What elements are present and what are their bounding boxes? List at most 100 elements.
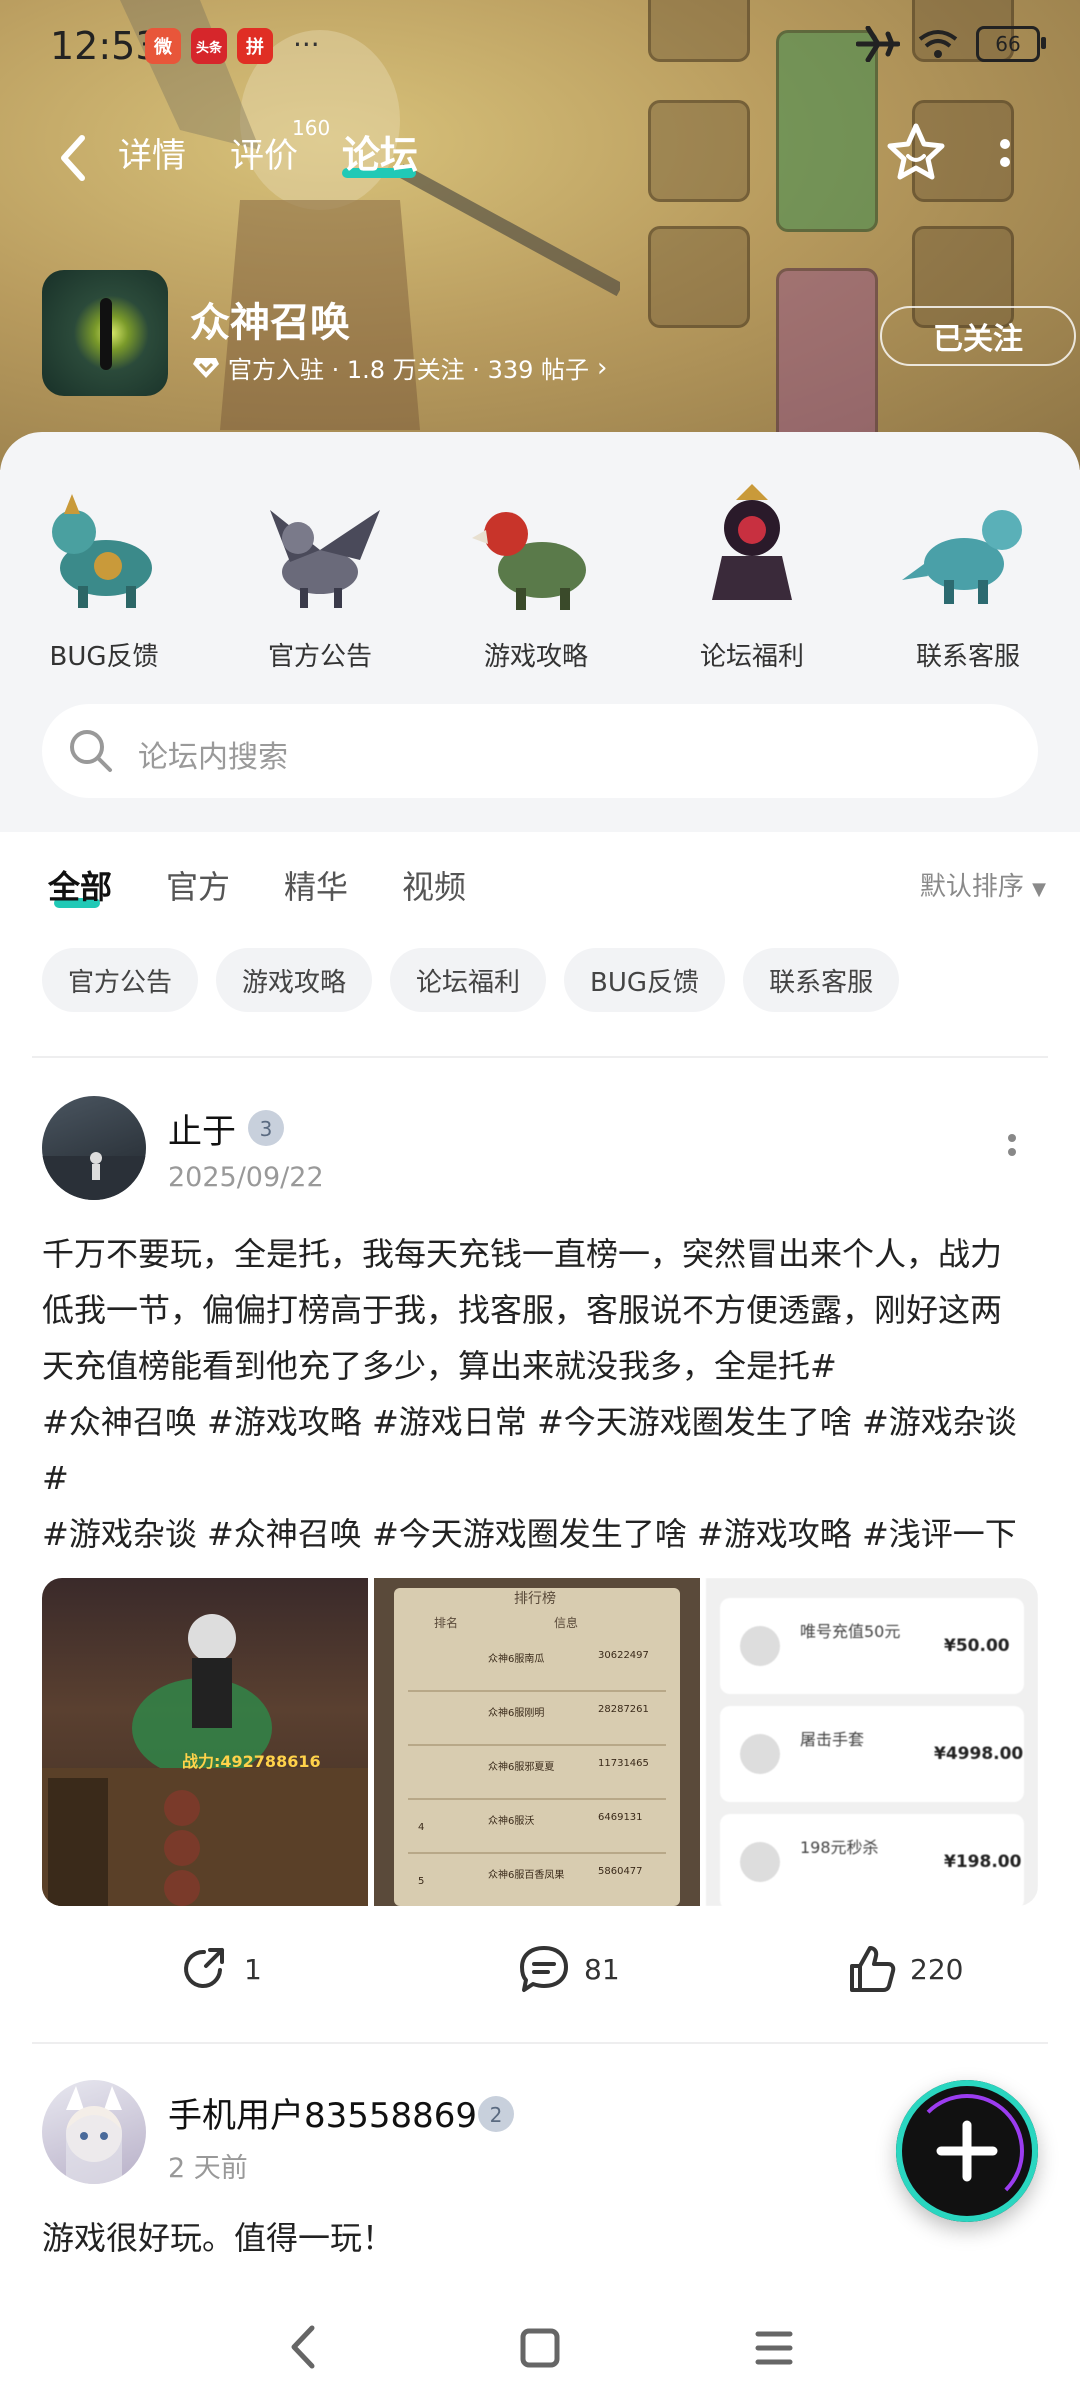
post-username[interactable]: 手机用户83558869 <box>168 2088 477 2137</box>
nav-home-icon[interactable] <box>518 2326 562 2370</box>
share-count: 1 <box>244 1952 262 1986</box>
purchase-record-icon <box>740 1626 780 1666</box>
create-post-button[interactable] <box>896 2080 1038 2222</box>
tab-forum[interactable]: 论坛 <box>342 124 418 179</box>
avatar[interactable] <box>42 2080 146 2184</box>
divider <box>32 1056 1048 1058</box>
pinduoduo-icon: 拼 <box>237 28 273 64</box>
chip-game-guide[interactable]: 游戏攻略 <box>216 948 373 1012</box>
toutiao-icon: 头条 <box>191 28 227 64</box>
sort-dropdown[interactable]: 默认排序 ▼ <box>920 866 1046 903</box>
winged-dragon-icon <box>270 510 380 608</box>
post-image-purchase-records[interactable]: 唯号充值50元 ¥50.00 屠击手套 ¥4998.00 198元秒杀 ¥198… <box>706 1578 1038 1906</box>
share-button[interactable]: 1 <box>180 1944 262 1994</box>
chip-customer-service[interactable]: 联系客服 <box>743 948 900 1012</box>
feed-tab-featured[interactable]: 精华 <box>284 862 348 908</box>
share-icon <box>184 1948 224 1988</box>
feed-tab-video[interactable]: 视频 <box>402 862 466 908</box>
hero-character-art <box>42 1614 368 1906</box>
topic-chips: 官方公告 游戏攻略 论坛福利 BUG反馈 联系客服 <box>42 948 900 1012</box>
category-label: 论坛福利 <box>699 642 804 672</box>
comment-icon <box>520 1946 568 1992</box>
tab-reviews[interactable]: 评价 <box>230 128 298 177</box>
post-images: 战力:492788616 排行榜 排名 信息 众神6服南瓜 30622497 众… <box>42 1578 1038 1906</box>
like-count: 220 <box>910 1952 964 1986</box>
post-image-game-hero[interactable]: 战力:492788616 <box>42 1578 368 1906</box>
chevron-right-icon: › <box>597 352 608 383</box>
leaderboard-rows: 众神6服南瓜 30622497 众神6服刚明 28287261 众神6服邪夏夏 … <box>408 1638 666 1906</box>
leaderboard-row: 5 众神6服百香凤果 5860477 <box>418 1866 643 1887</box>
purchase-record-icon <box>740 1734 780 1774</box>
leaderboard-title: 排行榜 <box>514 1591 556 1607</box>
power-text: 战力:492788616 <box>182 1752 321 1771</box>
category-forum-benefits[interactable]: 论坛福利 <box>662 480 842 673</box>
comment-count: 81 <box>584 1952 620 1986</box>
post-image-leaderboard[interactable]: 排行榜 排名 信息 众神6服南瓜 30622497 众神6服刚明 2828726… <box>374 1578 700 1906</box>
dark-knight-icon <box>712 484 792 600</box>
app-meta[interactable]: 官方入驻 · 1.8 万关注 · 339 帖子 › <box>192 350 607 385</box>
level-badge-icon: 2 <box>478 2096 514 2132</box>
leaderboard-row: 众神6服刚明 28287261 <box>408 1692 666 1746</box>
svg-text:3: 3 <box>260 1117 273 1141</box>
post-line: 千万不要玩，全是托，我每天充钱一直榜一，突然冒出来个人，战力 <box>42 1235 1003 1273</box>
post-line: #众神召唤 #游戏攻略 #游戏日常 #今天游戏圈发生了啥 #游戏杂谈 <box>42 1403 1017 1441</box>
dragon-eye-pupil <box>100 298 112 370</box>
teal-dragon-icon <box>52 494 152 608</box>
avatar-figure <box>42 1152 146 1200</box>
favorite-star-icon[interactable] <box>884 120 948 184</box>
notification-icons: 微 头条 拼 ··· <box>145 28 320 64</box>
search-icon <box>70 730 112 772</box>
caret-down-icon: ▼ <box>1032 879 1046 900</box>
post-more-icon[interactable] <box>1006 1130 1018 1170</box>
nav-back-icon[interactable] <box>284 2322 324 2372</box>
back-arrow-icon[interactable] <box>50 128 100 188</box>
post-username[interactable]: 止于 <box>168 1104 236 1153</box>
post-line: 游戏很好玩。值得一玩！ <box>42 2219 395 2257</box>
red-dragon-icon <box>472 512 586 610</box>
category-label: 游戏攻略 <box>483 642 588 672</box>
purchase-record: 唯号充值50元 ¥50.00 <box>720 1598 1024 1694</box>
feed-tab-official[interactable]: 官方 <box>166 862 230 908</box>
avatar[interactable] <box>42 1096 146 1200</box>
nav-menu-icon[interactable] <box>754 2326 794 2370</box>
thumbs-up-icon <box>850 1946 896 1992</box>
chip-official-announcement[interactable]: 官方公告 <box>42 948 199 1012</box>
search-bar[interactable]: 论坛内搜索 <box>42 704 1038 798</box>
battery-icon: 66 <box>976 26 1046 62</box>
category-label: BUG反馈 <box>49 642 159 672</box>
chip-bug-feedback[interactable]: BUG反馈 <box>564 948 726 1012</box>
purchase-record: 屠击手套 ¥4998.00 <box>720 1706 1024 1802</box>
app-icon[interactable] <box>42 270 168 396</box>
system-nav-bar <box>0 2290 1080 2400</box>
feed-tab-all[interactable]: 全部 <box>48 862 112 908</box>
blue-dragon-icon <box>902 510 1022 604</box>
verified-diamond-icon <box>193 357 219 378</box>
follow-button[interactable]: 已关注 <box>880 306 1076 366</box>
category-official-announcement[interactable]: 官方公告 <box>230 480 410 673</box>
leaderboard-header-info: 信息 <box>554 1616 579 1630</box>
category-bug-feedback[interactable]: BUG反馈 <box>14 480 194 673</box>
post-line: 低我一节，偏偏打榜高于我，找客服，客服说不方便透露，刚好这两 <box>42 1291 1003 1329</box>
leaderboard-row: 众神6服邪夏夏 11731465 <box>408 1746 666 1800</box>
like-button[interactable]: 220 <box>846 1944 963 1994</box>
more-options-icon[interactable] <box>990 130 1020 190</box>
leaderboard-row: 众神6服南瓜 30622497 <box>408 1638 666 1692</box>
category-label: 官方公告 <box>267 642 372 672</box>
category-label: 联系客服 <box>915 642 1020 672</box>
category-game-guide[interactable]: 游戏攻略 <box>446 480 626 673</box>
search-placeholder: 论坛内搜索 <box>138 740 288 775</box>
wifi-icon <box>918 30 958 58</box>
post-content[interactable]: 千万不要玩，全是托，我每天充钱一直榜一，突然冒出来个人，战力 低我一节，偏偏打榜… <box>42 1226 1042 1562</box>
more-notifications-icon: ··· <box>293 28 320 61</box>
leaderboard-row: 4 众神6服沃 6469131 <box>408 1800 666 1854</box>
tab-details[interactable]: 详情 <box>118 128 186 177</box>
post-line: # <box>42 1459 69 1497</box>
post-content[interactable]: 游戏很好玩。值得一玩！ <box>42 2210 1042 2266</box>
comment-button[interactable]: 81 <box>518 1944 620 1994</box>
chip-forum-benefits[interactable]: 论坛福利 <box>390 948 547 1012</box>
category-customer-service[interactable]: 联系客服 <box>878 480 1058 673</box>
app-header-banner: 12:53 微 头条 拼 ··· 66 详情 评价 160 论坛 众神召唤 官方… <box>0 0 1080 470</box>
status-right: 66 <box>856 26 1046 62</box>
post-date: 2025/09/22 <box>168 1162 324 1193</box>
post-date: 2 天前 <box>168 2153 248 2184</box>
